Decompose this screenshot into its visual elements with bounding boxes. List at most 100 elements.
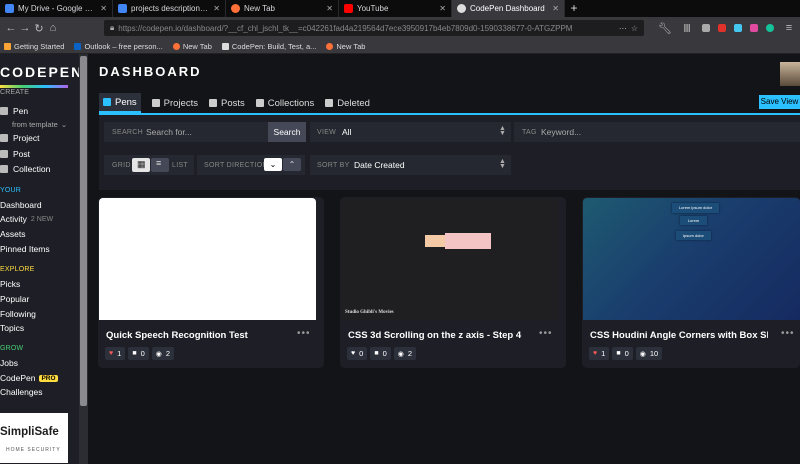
- browser-tab[interactable]: New Tab ✕: [226, 0, 339, 17]
- pen-title[interactable]: CSS 3d Scrolling on the z axis - Step 4: [348, 330, 526, 341]
- bookmark-item[interactable]: New Tab: [172, 42, 212, 51]
- close-icon[interactable]: ✕: [100, 4, 107, 13]
- pen-card[interactable]: Studio Ghibli's Movies CSS 3d Scrolling …: [340, 197, 566, 368]
- pen-preview[interactable]: Lorem ipsum dolor Lorem ipsum dolor: [583, 198, 800, 320]
- url-bar[interactable]: 🔒︎ https://codepen.io/dashboard/?__cf_ch…: [104, 20, 644, 36]
- sidebar-item-assets[interactable]: Assets: [0, 229, 26, 239]
- sidebar-item-jobs[interactable]: Jobs: [0, 358, 18, 368]
- new-tab-button[interactable]: +: [565, 0, 583, 17]
- more-icon[interactable]: ⋯: [619, 24, 627, 33]
- more-options-icon[interactable]: •••: [781, 328, 795, 339]
- sidebar-item-picks[interactable]: Picks: [0, 279, 20, 289]
- reload-icon[interactable]: ↻: [32, 22, 46, 35]
- sidebar-item-project[interactable]: Project: [0, 133, 39, 143]
- ad-title: SimpliSafe: [0, 426, 59, 438]
- sidebar-item-challenges[interactable]: Challenges: [0, 387, 43, 397]
- home-icon[interactable]: ⌂: [46, 22, 60, 34]
- ad-banner[interactable]: [0, 413, 68, 463]
- tag-label: TAG: [522, 129, 537, 136]
- sidebar-icon[interactable]: [702, 24, 710, 32]
- tag-input[interactable]: Keyword...: [541, 127, 581, 137]
- sort-ascending-button[interactable]: ⌃: [283, 158, 301, 171]
- pen-stats: ♥ 0 ■ 0 ◉ 2: [347, 347, 417, 360]
- like-button[interactable]: ♥ 1: [589, 347, 610, 360]
- menu-icon[interactable]: ≡: [782, 22, 796, 34]
- sidebar-item-popular[interactable]: Popular: [0, 294, 29, 304]
- pen-preview[interactable]: [99, 198, 316, 320]
- close-icon[interactable]: ✕: [213, 4, 220, 13]
- save-view-button[interactable]: Save View: [759, 95, 800, 109]
- trash-icon: [325, 99, 334, 107]
- views-count: ◉ 2: [151, 347, 175, 360]
- close-icon[interactable]: ✕: [552, 4, 559, 13]
- bookmark-star-icon[interactable]: ☆: [631, 24, 638, 33]
- grid-view-button[interactable]: ▦: [132, 158, 150, 172]
- back-icon[interactable]: ←: [4, 22, 18, 34]
- pen-title[interactable]: Quick Speech Recognition Test: [106, 330, 284, 341]
- tab-pens[interactable]: Pens: [99, 93, 141, 113]
- list-view-button[interactable]: ≡: [151, 158, 169, 172]
- sort-descending-button[interactable]: ⌄: [264, 158, 282, 171]
- tab-projects[interactable]: Projects: [151, 93, 198, 113]
- browser-tab-bar: My Drive - Google Drive ✕ projects descri…: [0, 0, 800, 17]
- sidebar-item-post[interactable]: Post: [0, 149, 30, 159]
- bookmark-item[interactable]: CodePen: Build, Test, a...: [221, 42, 316, 51]
- close-icon[interactable]: ✕: [439, 4, 446, 13]
- section-create: CREATE: [0, 89, 30, 96]
- bookmark-item[interactable]: New Tab: [326, 42, 365, 51]
- pen-preview[interactable]: Studio Ghibli's Movies: [341, 198, 558, 320]
- browser-tab[interactable]: My Drive - Google Drive ✕: [0, 0, 113, 17]
- browser-tab[interactable]: YouTube ✕: [339, 0, 452, 17]
- comment-button[interactable]: ■ 0: [128, 347, 149, 360]
- like-button[interactable]: ♥ 1: [105, 347, 126, 360]
- toolbar-icons: 🔧︎ Ⅲ ≡: [658, 22, 796, 35]
- sidebar-item-pinned[interactable]: Pinned Items: [0, 244, 50, 254]
- tab-deleted[interactable]: Deleted: [325, 93, 370, 113]
- bookmarks-bar: Getting Started Outlook – free person...…: [0, 39, 800, 54]
- sidebar-item-codepen-pro[interactable]: CodePen PRO: [0, 373, 58, 383]
- view-select[interactable]: All: [342, 127, 351, 137]
- bookmark-item[interactable]: Outlook – free person...: [74, 42, 163, 51]
- codepen-logo[interactable]: CODEPEN: [0, 64, 79, 84]
- view-select-box: [310, 122, 511, 142]
- pen-card[interactable]: Quick Speech Recognition Test ••• ♥ 1 ■ 0 …: [98, 197, 324, 368]
- more-options-icon[interactable]: •••: [297, 328, 311, 339]
- search-button[interactable]: Search: [268, 122, 306, 142]
- sidebar-item-topics[interactable]: Topics: [0, 323, 24, 333]
- comment-button[interactable]: ■ 0: [370, 347, 391, 360]
- avatar[interactable]: [780, 62, 800, 86]
- scrollbar-thumb[interactable]: [80, 56, 87, 406]
- grid-icon: ▦: [137, 159, 146, 169]
- grammarly-icon[interactable]: [766, 24, 774, 32]
- pen-title[interactable]: CSS Houdini Angle Corners with Box Sha..…: [590, 330, 768, 341]
- comment-button[interactable]: ■ 0: [612, 347, 633, 360]
- tab-collections[interactable]: Collections: [255, 93, 314, 113]
- browser-tab[interactable]: projects descriptions - Google✕: [113, 0, 226, 17]
- more-options-icon[interactable]: •••: [539, 328, 553, 339]
- sidebar-item-activity[interactable]: Activity 2 NEW: [0, 214, 53, 224]
- close-icon[interactable]: ✕: [326, 4, 333, 13]
- library-icon[interactable]: Ⅲ: [680, 22, 694, 35]
- like-button[interactable]: ♥ 0: [347, 347, 368, 360]
- sidebar-item-collection[interactable]: Collection: [0, 164, 50, 174]
- browser-nav-bar: ← → ↻ ⌂ 🔒︎ https://codepen.io/dashboard/…: [0, 17, 800, 39]
- sidebar-item-dashboard[interactable]: Dashboard: [0, 200, 42, 210]
- preview-shape: [445, 233, 491, 249]
- search-input[interactable]: Search for...: [146, 127, 192, 137]
- forward-icon[interactable]: →: [18, 22, 32, 34]
- sidebar-scrollbar[interactable]: [79, 54, 88, 464]
- wrench-icon[interactable]: 🔧︎: [658, 22, 672, 35]
- extension-icon[interactable]: [734, 24, 742, 32]
- adblock-icon[interactable]: [718, 24, 726, 32]
- heart-extension-icon[interactable]: [750, 24, 758, 32]
- sort-by-select[interactable]: Date Created: [354, 160, 405, 170]
- sidebar-item-following[interactable]: Following: [0, 309, 36, 319]
- tab-posts[interactable]: Posts: [208, 93, 245, 113]
- firefox-icon: [326, 42, 334, 50]
- bookmark-item[interactable]: Getting Started: [4, 42, 64, 51]
- from-template-dropdown[interactable]: from template ⌄: [12, 120, 67, 129]
- sidebar-item-pen[interactable]: Pen: [0, 106, 28, 116]
- firefox-icon: [231, 4, 240, 13]
- pen-card[interactable]: Lorem ipsum dolor Lorem ipsum dolor CSS …: [582, 197, 800, 368]
- browser-tab-active[interactable]: CodePen Dashboard ✕: [452, 0, 565, 17]
